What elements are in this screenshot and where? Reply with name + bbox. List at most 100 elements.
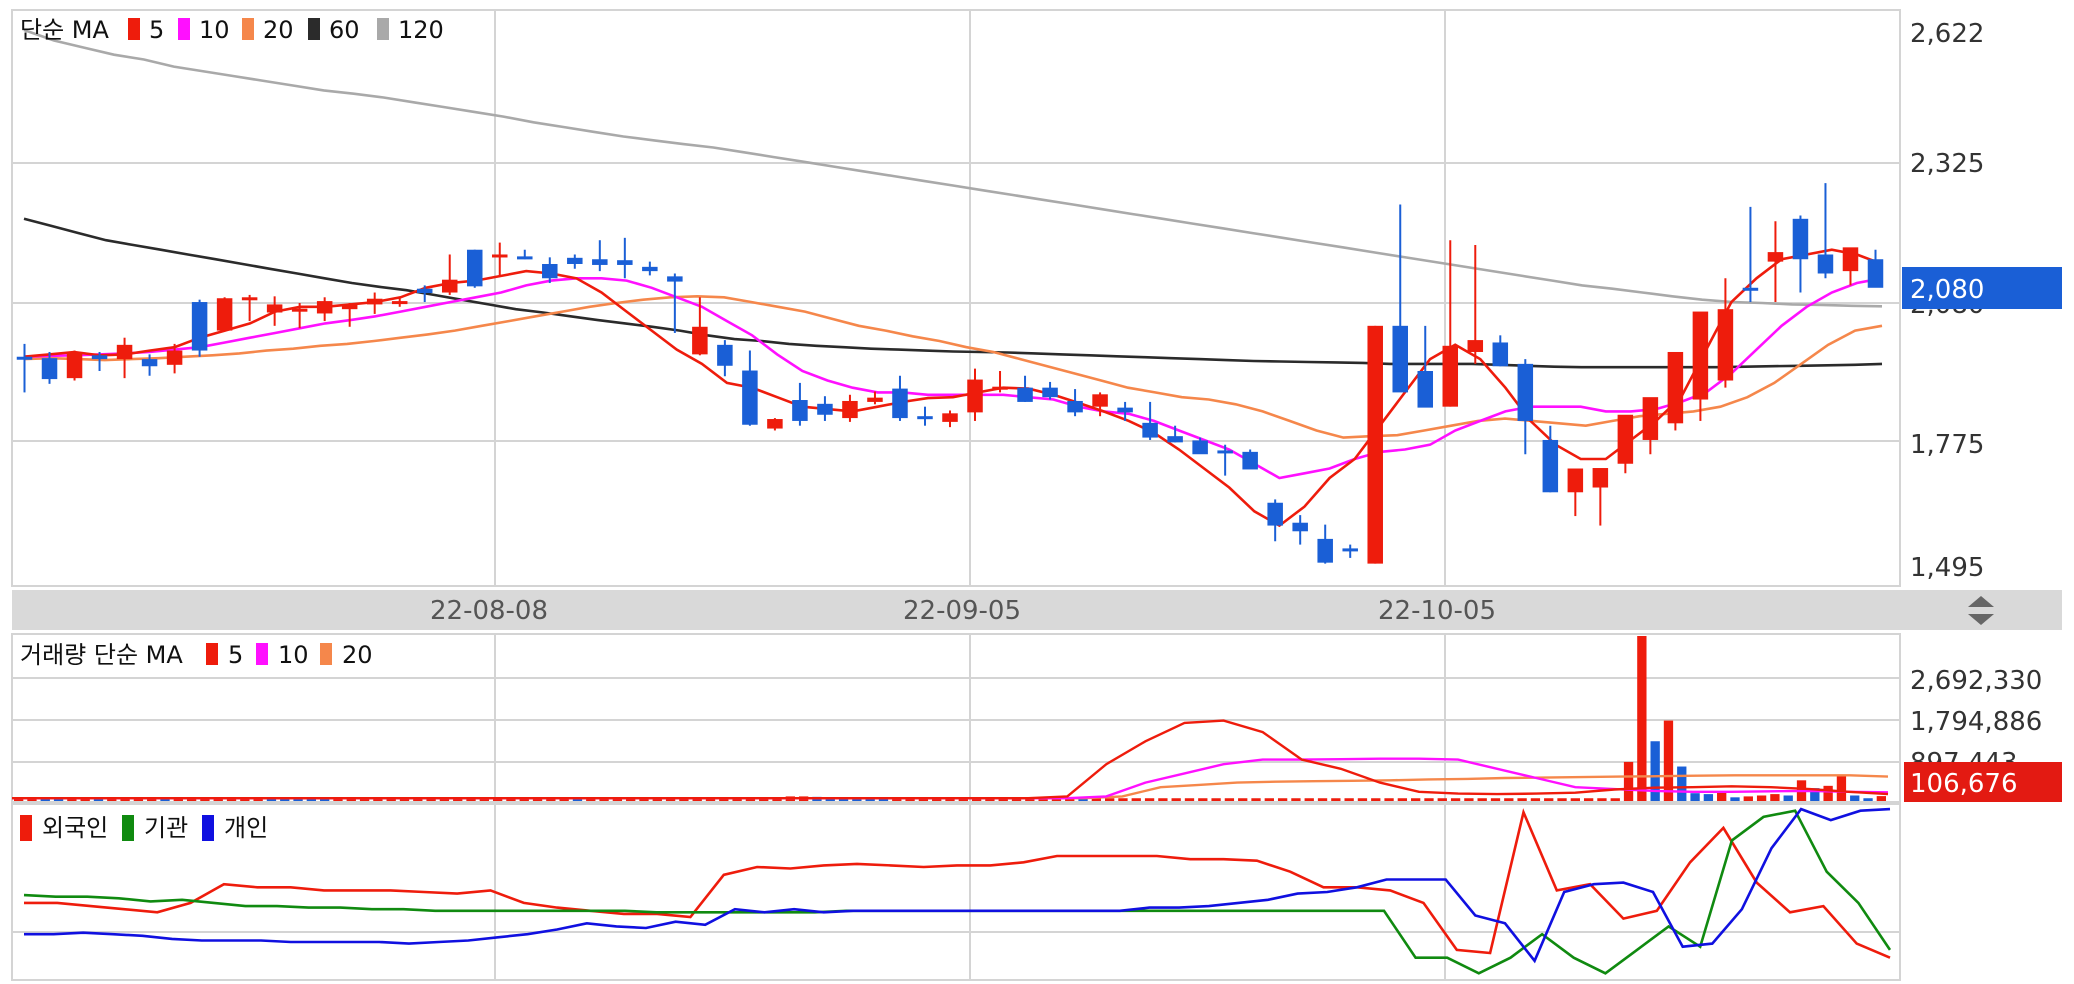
candle-body bbox=[1417, 371, 1434, 408]
candle-body bbox=[91, 355, 108, 360]
candle-body bbox=[291, 308, 308, 312]
candle-body bbox=[992, 386, 1008, 390]
volume-bar bbox=[1783, 795, 1793, 801]
volume-bar bbox=[1357, 798, 1368, 801]
candle-body bbox=[1067, 400, 1083, 413]
candle-body bbox=[466, 249, 483, 287]
volume-bar bbox=[1264, 798, 1274, 801]
volume-bar bbox=[1331, 798, 1341, 801]
volume-bar bbox=[1663, 720, 1674, 801]
candle-body bbox=[967, 379, 983, 413]
volume-bar bbox=[1823, 785, 1833, 801]
candle-body bbox=[1742, 287, 1759, 291]
candle-body bbox=[617, 260, 633, 265]
candle-body bbox=[1592, 468, 1609, 488]
volume-bar bbox=[1158, 798, 1168, 801]
volume-tick-label: 1,794,886 bbox=[1910, 707, 2042, 737]
volume-bar bbox=[1570, 798, 1580, 801]
candle-body bbox=[1667, 351, 1684, 424]
volume-bar bbox=[1131, 798, 1141, 801]
legend-swatch-ma120 bbox=[377, 18, 389, 40]
candle-body bbox=[441, 279, 458, 293]
volume-bar bbox=[1756, 795, 1767, 801]
date-axis[interactable]: 22-08-08 22-09-05 22-10-05 bbox=[12, 590, 2062, 630]
candle-body bbox=[1492, 342, 1509, 367]
volume-bar bbox=[1224, 798, 1235, 801]
candle-body bbox=[842, 400, 858, 419]
legend-swatch-vol-ma20 bbox=[320, 643, 332, 665]
legend-swatch-ma20 bbox=[242, 18, 254, 40]
candle-body bbox=[1542, 439, 1559, 493]
candle-body bbox=[1317, 538, 1333, 563]
legend-swatch-foreign bbox=[20, 815, 32, 841]
volume-bar bbox=[1238, 798, 1248, 801]
volume-bar bbox=[1118, 798, 1128, 801]
candle-body bbox=[1867, 259, 1884, 288]
candle-body bbox=[917, 416, 933, 420]
date-label: 22-08-08 bbox=[430, 596, 548, 626]
volume-bar bbox=[1544, 798, 1554, 801]
volume-bar bbox=[1504, 798, 1514, 801]
volume-bar bbox=[1450, 798, 1461, 801]
legend-label-vol-ma5: 5 bbox=[228, 641, 243, 669]
candle-body bbox=[492, 254, 508, 258]
candle-body bbox=[1367, 325, 1383, 564]
candle-body bbox=[592, 259, 608, 265]
candle-body bbox=[767, 419, 783, 429]
candle-body bbox=[216, 298, 233, 331]
legend-label-vol-ma10: 10 bbox=[278, 641, 309, 669]
candle-body bbox=[66, 351, 83, 379]
candle-body bbox=[366, 298, 383, 305]
legend-label-ma5: 5 bbox=[149, 16, 164, 44]
volume-bar bbox=[1304, 798, 1314, 801]
volume-bar bbox=[1597, 798, 1607, 801]
chart-background bbox=[0, 0, 2074, 984]
volume-bar bbox=[1743, 796, 1753, 801]
candle-body bbox=[141, 359, 158, 367]
candle-body bbox=[867, 397, 883, 402]
legend-label-ma120: 120 bbox=[398, 16, 444, 44]
candle-body bbox=[41, 358, 58, 380]
volume-bar bbox=[1836, 775, 1847, 801]
stock-chart: 단순 MA 5 10 20 60 120 2,622 2,325 2,080 1… bbox=[0, 0, 2074, 984]
candle-body bbox=[542, 263, 558, 279]
price-legend-title: 단순 MA bbox=[20, 16, 109, 44]
candle-body bbox=[1042, 387, 1058, 398]
volume-bar bbox=[1464, 798, 1474, 801]
volume-bar bbox=[1530, 798, 1541, 801]
volume-bar bbox=[1291, 798, 1301, 801]
candle-body bbox=[692, 326, 708, 355]
legend-label-individual: 개인 bbox=[224, 814, 268, 842]
volume-bar bbox=[1344, 798, 1354, 801]
volume-bar bbox=[1730, 797, 1740, 801]
candle-body bbox=[391, 301, 408, 305]
candle-body bbox=[667, 276, 683, 282]
candle-body bbox=[1617, 414, 1634, 464]
legend-swatch-ma5 bbox=[128, 18, 140, 40]
candle-body bbox=[1642, 397, 1659, 440]
legend-label-foreign: 외국인 bbox=[42, 814, 108, 842]
legend-label-ma10: 10 bbox=[199, 16, 230, 44]
date-label: 22-09-05 bbox=[903, 596, 1021, 626]
volume-tick-label: 2,692,330 bbox=[1910, 666, 2042, 696]
candle-body bbox=[1692, 311, 1709, 400]
volume-bar bbox=[1490, 798, 1501, 801]
candle-body bbox=[1142, 422, 1158, 438]
volume-bar bbox=[1770, 794, 1780, 801]
price-tick-label: 1,495 bbox=[1910, 553, 1984, 583]
volume-bar bbox=[1397, 798, 1408, 801]
date-label: 22-10-05 bbox=[1378, 596, 1496, 626]
legend-swatch-ma10 bbox=[178, 18, 190, 40]
candle-body bbox=[316, 301, 333, 314]
candle-body bbox=[1192, 440, 1208, 455]
candle-body bbox=[16, 356, 33, 360]
candle-body bbox=[416, 288, 433, 294]
current-volume-label: 106,676 bbox=[1910, 769, 2018, 799]
candle-body bbox=[1117, 407, 1133, 413]
price-tick-label: 2,325 bbox=[1910, 149, 1984, 179]
candle-body bbox=[1017, 387, 1033, 402]
candle-body bbox=[266, 304, 283, 313]
legend-label-ma20: 20 bbox=[263, 16, 294, 44]
candle-body bbox=[567, 257, 583, 264]
volume-bar bbox=[1424, 798, 1434, 801]
